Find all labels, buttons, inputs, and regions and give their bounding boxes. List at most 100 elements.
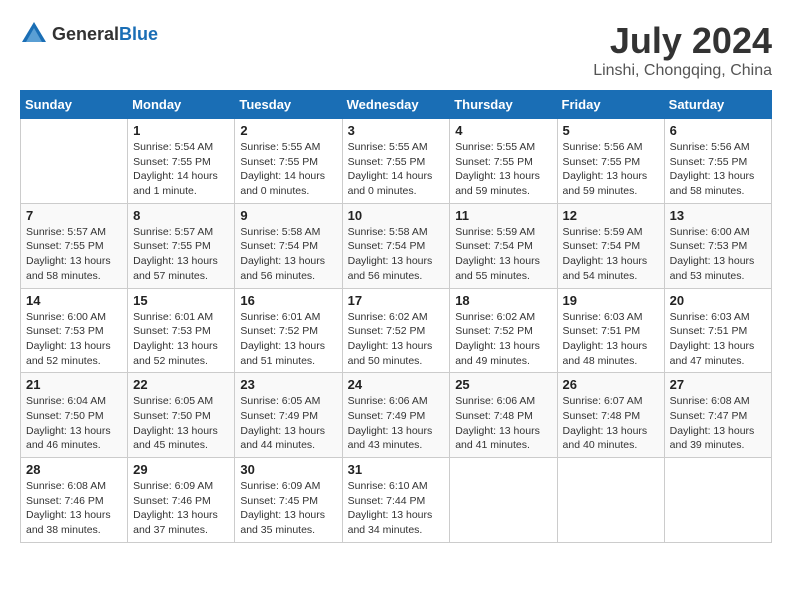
day-info: Sunrise: 6:01 AM Sunset: 7:53 PM Dayligh… [133,310,229,369]
day-number: 17 [348,293,445,308]
day-info: Sunrise: 5:55 AM Sunset: 7:55 PM Dayligh… [348,140,445,199]
calendar-week-row: 1 Sunrise: 5:54 AM Sunset: 7:55 PM Daylig… [21,119,772,204]
page-header: GeneralBlue July 2024 Linshi, Chongqing,… [20,20,772,80]
header-sunday: Sunday [21,91,128,119]
day-info: Sunrise: 6:03 AM Sunset: 7:51 PM Dayligh… [563,310,659,369]
day-info: Sunrise: 6:08 AM Sunset: 7:46 PM Dayligh… [26,479,122,538]
calendar-cell: 16 Sunrise: 6:01 AM Sunset: 7:52 PM Dayli… [235,288,342,373]
day-number: 8 [133,208,229,223]
header-saturday: Saturday [664,91,771,119]
calendar-cell: 19 Sunrise: 6:03 AM Sunset: 7:51 PM Dayli… [557,288,664,373]
day-number: 22 [133,377,229,392]
day-info: Sunrise: 6:03 AM Sunset: 7:51 PM Dayligh… [670,310,766,369]
calendar-cell: 15 Sunrise: 6:01 AM Sunset: 7:53 PM Dayli… [128,288,235,373]
day-info: Sunrise: 6:09 AM Sunset: 7:45 PM Dayligh… [240,479,336,538]
day-info: Sunrise: 6:08 AM Sunset: 7:47 PM Dayligh… [670,394,766,453]
day-number: 1 [133,123,229,138]
header-monday: Monday [128,91,235,119]
day-info: Sunrise: 5:56 AM Sunset: 7:55 PM Dayligh… [563,140,659,199]
calendar-week-row: 21 Sunrise: 6:04 AM Sunset: 7:50 PM Dayli… [21,373,772,458]
day-number: 30 [240,462,336,477]
calendar-cell: 31 Sunrise: 6:10 AM Sunset: 7:44 PM Dayli… [342,458,450,543]
logo-general: General [52,24,119,44]
calendar-cell [450,458,557,543]
calendar-cell: 8 Sunrise: 5:57 AM Sunset: 7:55 PM Daylig… [128,203,235,288]
title-block: July 2024 Linshi, Chongqing, China [593,20,772,80]
calendar-week-row: 7 Sunrise: 5:57 AM Sunset: 7:55 PM Daylig… [21,203,772,288]
day-info: Sunrise: 5:58 AM Sunset: 7:54 PM Dayligh… [348,225,445,284]
logo-icon [20,20,48,48]
day-number: 2 [240,123,336,138]
day-info: Sunrise: 6:01 AM Sunset: 7:52 PM Dayligh… [240,310,336,369]
calendar-cell: 20 Sunrise: 6:03 AM Sunset: 7:51 PM Dayli… [664,288,771,373]
day-info: Sunrise: 6:02 AM Sunset: 7:52 PM Dayligh… [455,310,551,369]
day-number: 26 [563,377,659,392]
calendar-cell: 9Sunrise: 5:58 AM Sunset: 7:54 PM Daylig… [235,203,342,288]
day-info: Sunrise: 6:02 AM Sunset: 7:52 PM Dayligh… [348,310,445,369]
header-thursday: Thursday [450,91,557,119]
day-info: Sunrise: 5:55 AM Sunset: 7:55 PM Dayligh… [240,140,336,199]
day-number: 27 [670,377,766,392]
calendar-cell: 30 Sunrise: 6:09 AM Sunset: 7:45 PM Dayli… [235,458,342,543]
calendar-cell [664,458,771,543]
day-number: 10 [348,208,445,223]
calendar-cell: 25Sunrise: 6:06 AM Sunset: 7:48 PM Dayli… [450,373,557,458]
day-info: Sunrise: 6:06 AM Sunset: 7:49 PM Dayligh… [348,394,445,453]
day-number: 21 [26,377,122,392]
calendar-cell: 7 Sunrise: 5:57 AM Sunset: 7:55 PM Daylig… [21,203,128,288]
day-info: Sunrise: 6:05 AM Sunset: 7:49 PM Dayligh… [240,394,336,453]
day-info: Sunrise: 5:57 AM Sunset: 7:55 PM Dayligh… [26,225,122,284]
day-number: 11 [455,208,551,223]
month-year: July 2024 [593,20,772,62]
day-info: Sunrise: 5:56 AM Sunset: 7:55 PM Dayligh… [670,140,766,199]
day-number: 5 [563,123,659,138]
logo: GeneralBlue [20,20,158,48]
calendar-cell: 26 Sunrise: 6:07 AM Sunset: 7:48 PM Dayli… [557,373,664,458]
calendar-cell: 28 Sunrise: 6:08 AM Sunset: 7:46 PM Dayli… [21,458,128,543]
day-info: Sunrise: 6:07 AM Sunset: 7:48 PM Dayligh… [563,394,659,453]
day-number: 9 [240,208,336,223]
calendar-cell: 11 Sunrise: 5:59 AM Sunset: 7:54 PM Dayli… [450,203,557,288]
day-info: Sunrise: 5:59 AM Sunset: 7:54 PM Dayligh… [455,225,551,284]
header-friday: Friday [557,91,664,119]
day-number: 16 [240,293,336,308]
calendar-week-row: 14 Sunrise: 6:00 AM Sunset: 7:53 PM Dayli… [21,288,772,373]
day-number: 15 [133,293,229,308]
calendar-cell: 4Sunrise: 5:55 AM Sunset: 7:55 PM Daylig… [450,119,557,204]
day-number: 29 [133,462,229,477]
day-info: Sunrise: 6:00 AM Sunset: 7:53 PM Dayligh… [26,310,122,369]
calendar-cell: 6Sunrise: 5:56 AM Sunset: 7:55 PM Daylig… [664,119,771,204]
calendar-cell: 5 Sunrise: 5:56 AM Sunset: 7:55 PM Daylig… [557,119,664,204]
day-number: 31 [348,462,445,477]
day-number: 28 [26,462,122,477]
logo-text: GeneralBlue [52,24,158,45]
calendar-cell: 29Sunrise: 6:09 AM Sunset: 7:46 PM Dayli… [128,458,235,543]
day-number: 13 [670,208,766,223]
day-info: Sunrise: 6:05 AM Sunset: 7:50 PM Dayligh… [133,394,229,453]
day-number: 14 [26,293,122,308]
day-info: Sunrise: 6:10 AM Sunset: 7:44 PM Dayligh… [348,479,445,538]
calendar-cell [557,458,664,543]
day-number: 18 [455,293,551,308]
calendar-cell: 27 Sunrise: 6:08 AM Sunset: 7:47 PM Dayli… [664,373,771,458]
calendar-cell: 23Sunrise: 6:05 AM Sunset: 7:49 PM Dayli… [235,373,342,458]
calendar-cell: 13Sunrise: 6:00 AM Sunset: 7:53 PM Dayli… [664,203,771,288]
calendar-cell: 3 Sunrise: 5:55 AM Sunset: 7:55 PM Daylig… [342,119,450,204]
day-number: 3 [348,123,445,138]
calendar-table: SundayMondayTuesdayWednesdayThursdayFrid… [20,90,772,543]
header-wednesday: Wednesday [342,91,450,119]
location: Linshi, Chongqing, China [593,62,772,80]
day-number: 7 [26,208,122,223]
calendar-cell: 2 Sunrise: 5:55 AM Sunset: 7:55 PM Daylig… [235,119,342,204]
day-info: Sunrise: 6:04 AM Sunset: 7:50 PM Dayligh… [26,394,122,453]
calendar-cell: 22 Sunrise: 6:05 AM Sunset: 7:50 PM Dayli… [128,373,235,458]
calendar-cell: 14 Sunrise: 6:00 AM Sunset: 7:53 PM Dayli… [21,288,128,373]
calendar-cell: 17 Sunrise: 6:02 AM Sunset: 7:52 PM Dayli… [342,288,450,373]
calendar-cell: 18 Sunrise: 6:02 AM Sunset: 7:52 PM Dayli… [450,288,557,373]
day-info: Sunrise: 5:59 AM Sunset: 7:54 PM Dayligh… [563,225,659,284]
day-number: 19 [563,293,659,308]
day-number: 20 [670,293,766,308]
calendar-header-row: SundayMondayTuesdayWednesdayThursdayFrid… [21,91,772,119]
day-info: Sunrise: 5:54 AM Sunset: 7:55 PM Dayligh… [133,140,229,199]
day-info: Sunrise: 5:57 AM Sunset: 7:55 PM Dayligh… [133,225,229,284]
